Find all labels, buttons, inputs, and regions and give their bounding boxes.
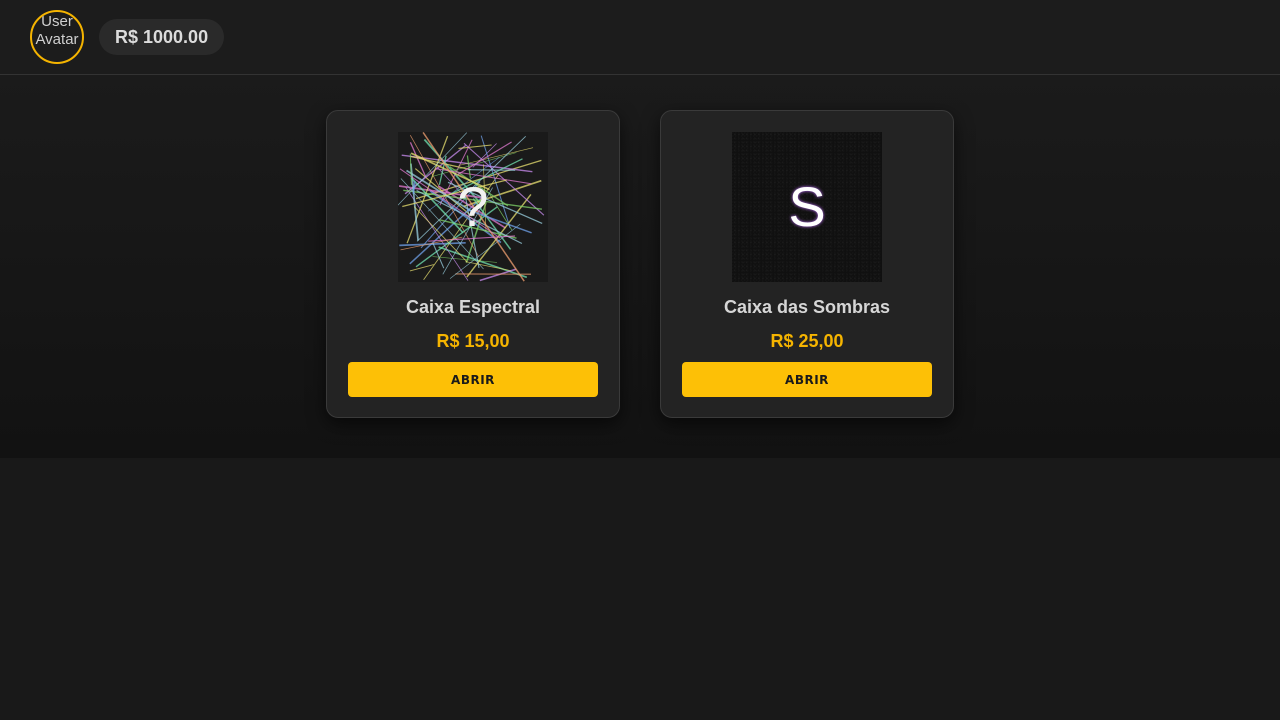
- open-case-button[interactable]: ABRIR: [348, 362, 598, 397]
- case-title: Caixa Espectral: [405, 297, 541, 317]
- letter-s-icon: S: [788, 175, 826, 238]
- avatar-alt-text: User Avatar: [35, 13, 79, 48]
- open-case-button[interactable]: ABRIR: [682, 362, 932, 397]
- case-image-sombras: S: [732, 132, 882, 282]
- case-title: Caixa das Sombras: [723, 297, 891, 317]
- user-avatar[interactable]: User Avatar: [30, 10, 84, 64]
- case-card-sombras[interactable]: S Caixa das Sombras R$ 25,00 ABRIR: [660, 110, 954, 418]
- case-price: R$ 25,00: [770, 331, 844, 351]
- case-price: R$ 15,00: [436, 331, 510, 351]
- case-card-espectral[interactable]: ? Caixa Espectral R$ 15,00 ABRIR: [326, 110, 620, 418]
- balance-value: R$ 1000.00: [115, 26, 209, 47]
- case-list: ? Caixa Espectral R$ 15,00 ABRIR S Caixa…: [0, 75, 1280, 458]
- question-mark-icon: ?: [457, 175, 489, 238]
- case-image-espectral: ?: [398, 132, 548, 282]
- balance-badge: R$ 1000.00: [99, 19, 225, 55]
- top-bar: User Avatar R$ 1000.00: [0, 0, 1280, 75]
